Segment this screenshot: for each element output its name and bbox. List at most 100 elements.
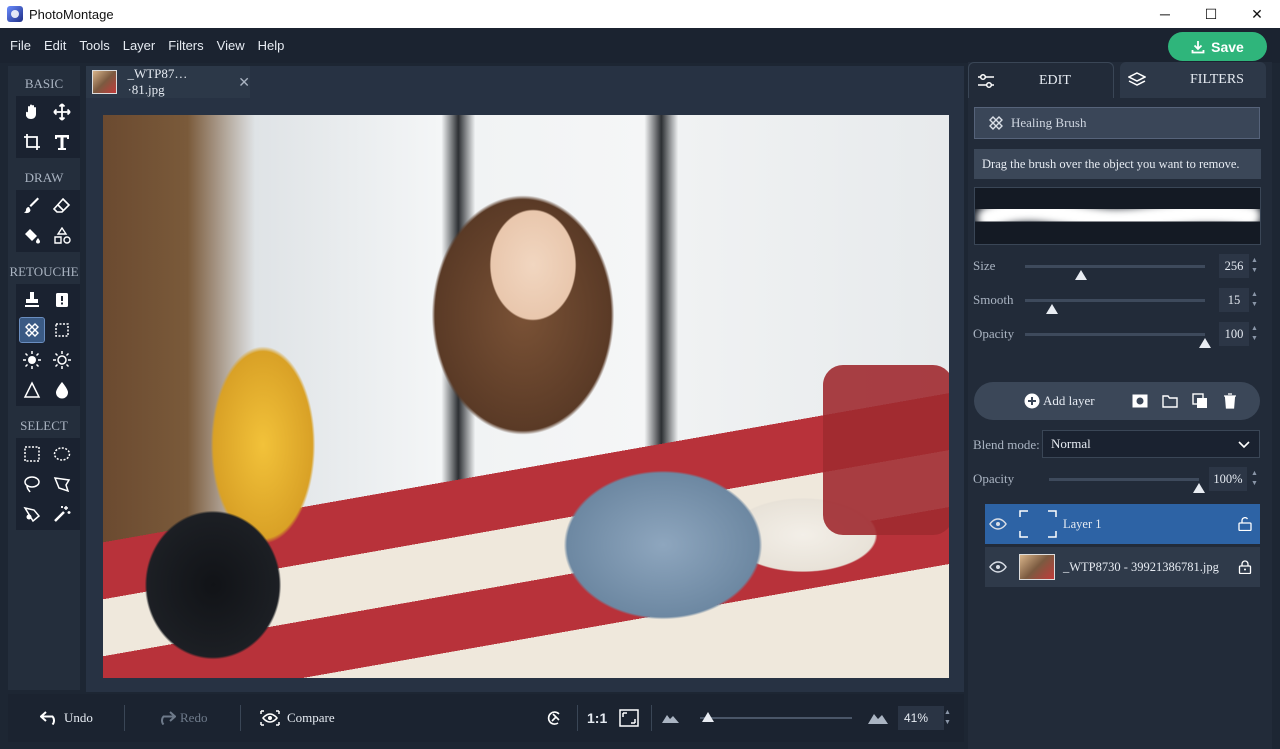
menu-tools[interactable]: Tools [79,38,109,53]
crop-tool[interactable] [20,130,44,154]
menu-filters[interactable]: Filters [168,38,203,53]
undo-button[interactable]: Undo [40,694,93,742]
size-spinner[interactable]: ▲ ▼ [1251,256,1258,276]
add-layer-button[interactable]: Add layer [1024,382,1095,420]
brush-tool[interactable] [20,194,44,218]
size-slider[interactable] [1025,265,1205,280]
document-tab[interactable]: _WTP87…·81.jpg ✕ [86,66,250,98]
eraser-tool[interactable] [50,194,74,218]
zoom-value-input[interactable]: 41% [898,706,944,730]
magic-wand-tool[interactable] [50,502,74,526]
maximize-button[interactable]: ☐ [1188,0,1234,28]
layer-thumbnail [1019,510,1057,538]
fit-screen-icon [619,709,639,727]
tab-edit[interactable]: EDIT [968,62,1114,98]
delete-layer-button[interactable] [1221,392,1239,410]
duplicate-layer-button[interactable] [1191,392,1209,410]
minimize-button[interactable]: ─ [1142,0,1188,28]
menu-layer[interactable]: Layer [123,38,156,53]
save-button[interactable]: Save [1168,32,1267,61]
eye-icon [260,710,280,726]
smooth-spinner[interactable]: ▲ ▼ [1251,290,1258,310]
layer-name: Layer 1 [1063,516,1102,531]
bandage-icon [989,116,1003,130]
document-thumbnail [92,70,118,94]
move-tool[interactable] [50,100,74,124]
app-logo-icon [7,6,23,22]
redo-button[interactable]: Redo [156,694,207,742]
open-folder-button[interactable] [1161,392,1179,410]
menu-bar: File Edit Tools Layer Filters View Help [0,28,1280,63]
layer-row-layer-1[interactable]: Layer 1 [985,504,1260,544]
pan-icon [547,711,560,725]
size-value[interactable]: 256 [1219,254,1249,278]
blemish-tool[interactable] [50,288,74,312]
right-panel: EDIT FILTERS Healing Brush Drag the brus… [968,62,1272,749]
shapes-tool[interactable] [50,224,74,248]
fit-screen-button[interactable] [619,694,639,742]
polygon-lasso-tool[interactable] [50,472,74,496]
text-tool[interactable] [50,130,74,154]
mask-button[interactable] [1131,392,1149,410]
patch-tool[interactable] [50,318,74,342]
photo-canvas[interactable] [103,115,949,678]
layer-opacity-thumb[interactable] [1193,483,1205,493]
magnetic-lasso-tool[interactable] [20,502,44,526]
actual-size-button[interactable]: 1:1 [587,694,607,742]
undo-label: Undo [64,710,93,725]
sharpen-tool[interactable] [20,378,44,402]
duplicate-icon [1192,393,1207,408]
blur-tool[interactable] [50,378,74,402]
layer-opacity-spinner[interactable]: ▲ ▼ [1251,469,1258,489]
basic-tools [16,96,80,158]
spot-icon [56,293,68,307]
layer-opacity-slider[interactable] [1049,478,1205,493]
zoom-spinner[interactable]: ▲ ▼ [944,708,951,728]
layer-row-photo[interactable]: _WTP8730 - 39921386781.jpg [985,547,1260,587]
opacity-value[interactable]: 100 [1219,322,1249,346]
redo-icon [161,711,176,725]
add-layer-label: Add layer [1043,393,1095,408]
smooth-slider[interactable] [1025,299,1205,314]
burn-tool[interactable] [50,348,74,372]
zoom-slider-thumb[interactable] [702,712,714,722]
ellipse-select-tool[interactable] [50,442,74,466]
hand-tool[interactable] [20,100,44,124]
size-slider-thumb[interactable] [1074,270,1087,280]
close-window-button[interactable]: ✕ [1234,0,1280,28]
eye-icon[interactable] [989,561,1007,573]
menu-file[interactable]: File [10,38,31,53]
healing-brush-tool[interactable] [19,317,45,343]
document-tab-name: _WTP87…·81.jpg [127,66,188,97]
tab-filters[interactable]: FILTERS [1120,62,1266,98]
retouche-tools [16,284,80,406]
zoom-out-icon[interactable] [662,694,680,742]
opacity-spinner[interactable]: ▲ ▼ [1251,324,1258,344]
zoom-in-icon[interactable] [868,694,888,742]
clone-stamp-tool[interactable] [20,288,44,312]
dodge-tool[interactable] [20,348,44,372]
tool-name: Healing Brush [1011,115,1087,130]
lasso-tool[interactable] [20,472,44,496]
eye-icon[interactable] [989,518,1007,530]
fill-tool[interactable] [20,224,44,248]
compare-button[interactable]: Compare [260,694,335,742]
rect-select-tool[interactable] [20,442,44,466]
smooth-value[interactable]: 15 [1219,288,1249,312]
menu-view[interactable]: View [217,38,245,53]
magic-wand-icon [54,506,71,522]
close-tab-icon[interactable]: ✕ [238,74,250,91]
unlock-icon[interactable] [1238,517,1252,531]
lock-icon[interactable] [1238,560,1252,574]
menu-help[interactable]: Help [258,38,285,53]
menu-edit[interactable]: Edit [44,38,66,53]
smooth-slider-thumb[interactable] [1046,304,1058,314]
pan-button[interactable] [544,694,564,742]
blend-mode-select[interactable]: Normal [1042,430,1260,458]
opacity-slider-thumb[interactable] [1199,338,1211,348]
section-retouche: RETOUCHE [9,264,79,279]
layer-opacity-value[interactable]: 100% [1209,467,1247,491]
opacity-slider[interactable] [1025,333,1211,348]
brush-preview [974,187,1261,245]
zoom-slider[interactable] [700,712,852,722]
